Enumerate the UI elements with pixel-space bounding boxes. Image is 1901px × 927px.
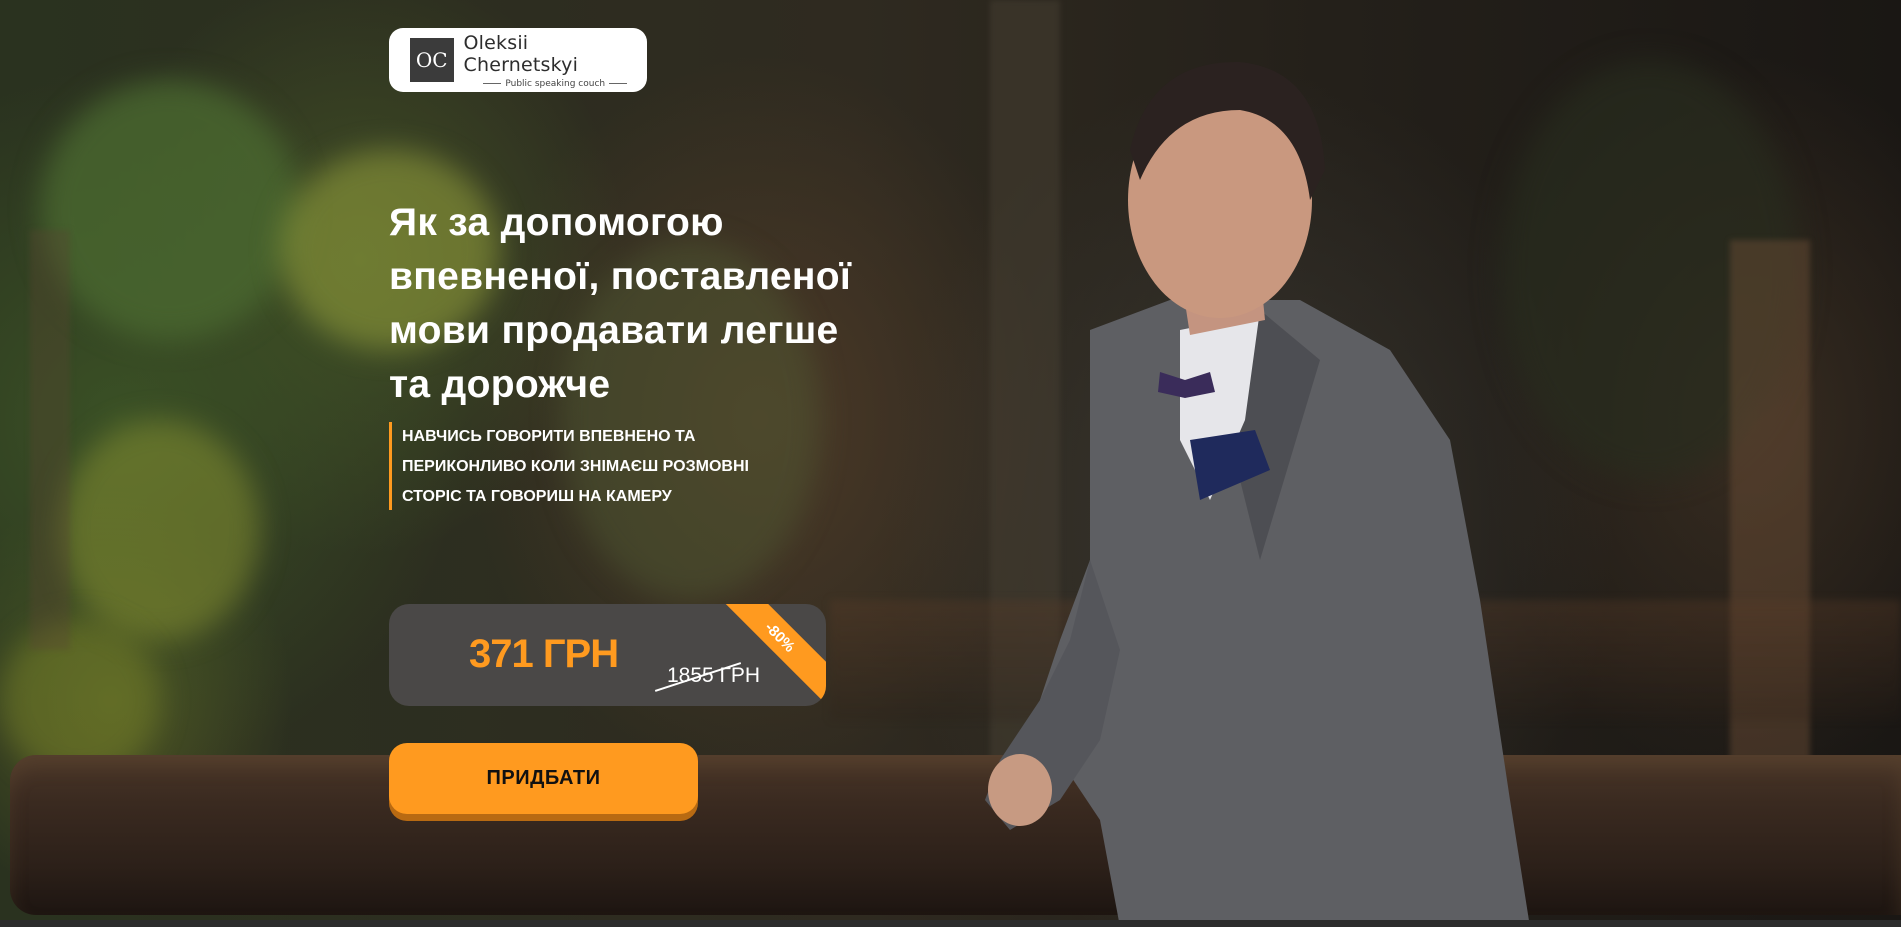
speaker-photo (985, 61, 1529, 920)
buy-button[interactable]: ПРИДБАТИ (389, 743, 698, 814)
headline-line: впевненої, поставленої (389, 255, 852, 298)
old-price: 1855 ГРН (654, 662, 760, 692)
subtitle-line: ПЕРИКОНЛИВО КОЛИ ЗНІМАЄШ РОЗМОВНІ (402, 458, 749, 475)
brand-name: Oleksii Chernetskyi (463, 31, 579, 76)
bottom-strip (0, 920, 1901, 927)
brand-logo[interactable]: OC Oleksii Chernetskyi Public speaking c… (389, 28, 647, 92)
current-price: 371 ГРН (469, 632, 619, 676)
tagline-rule (483, 83, 502, 84)
price-card: 371 ГРН 1855 ГРН -80% (389, 604, 826, 706)
headline-line: та дорожче (389, 363, 611, 406)
discount-ribbon: -80% (712, 604, 826, 705)
logo-text-block: Oleksii Chernetskyi Public speaking couc… (464, 32, 648, 89)
hero-background (0, 0, 1901, 920)
brand-tagline-row: Public speaking couch (479, 79, 631, 89)
subtitle-line: СТОРІС ТА ГОВОРИШ НА КАМЕРУ (402, 488, 672, 505)
discount-label: -80% (761, 618, 799, 656)
brand-tagline: Public speaking couch (505, 78, 606, 89)
headline-line: мови продавати легше (389, 309, 839, 352)
hero-headline: Як за допомогою впевненої, поставленої м… (389, 196, 949, 412)
headline-line: Як за допомогою (389, 201, 724, 244)
hero-subtitle: НАВЧИСЬ ГОВОРИТИ ВПЕВНЕНО ТА ПЕРИКОНЛИВО… (389, 422, 842, 510)
tagline-rule (609, 83, 628, 84)
logo-initials: OC (410, 38, 454, 82)
subtitle-line: НАВЧИСЬ ГОВОРИТИ ВПЕВНЕНО ТА (402, 428, 696, 445)
